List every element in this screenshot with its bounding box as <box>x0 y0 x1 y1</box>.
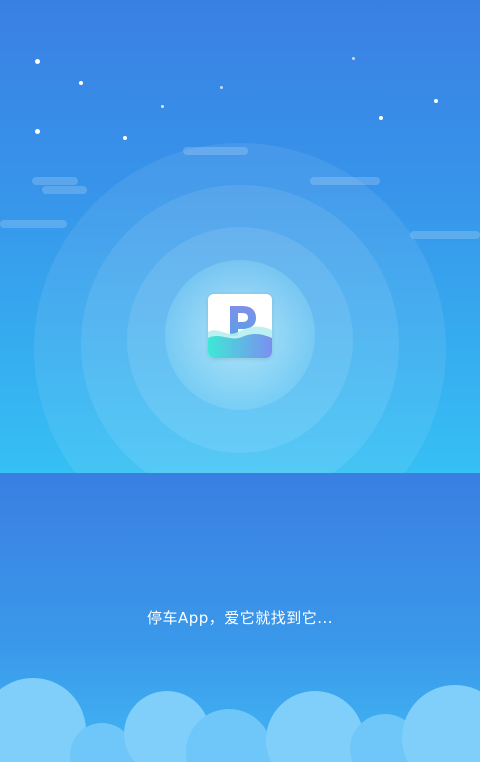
star-decoration <box>352 57 355 60</box>
cloud-streak-decoration <box>42 186 87 194</box>
star-decoration <box>123 136 127 140</box>
star-decoration <box>79 81 83 85</box>
star-decoration <box>434 99 438 103</box>
splash-sky-panel <box>0 0 480 473</box>
parking-p-logo-icon <box>208 294 272 358</box>
star-decoration <box>379 116 383 120</box>
cloud-streak-decoration <box>410 231 480 239</box>
cloud-streak-decoration <box>0 220 67 228</box>
splash-screen: 停车App，爱它就找到它... <box>0 0 480 762</box>
cloud-streak-decoration <box>32 177 78 185</box>
star-decoration <box>161 105 164 108</box>
star-decoration <box>220 86 223 89</box>
star-decoration <box>35 59 40 64</box>
splash-slogan: 停车App，爱它就找到它... <box>146 609 334 627</box>
star-decoration <box>35 129 40 134</box>
cloud-decoration <box>402 685 480 762</box>
